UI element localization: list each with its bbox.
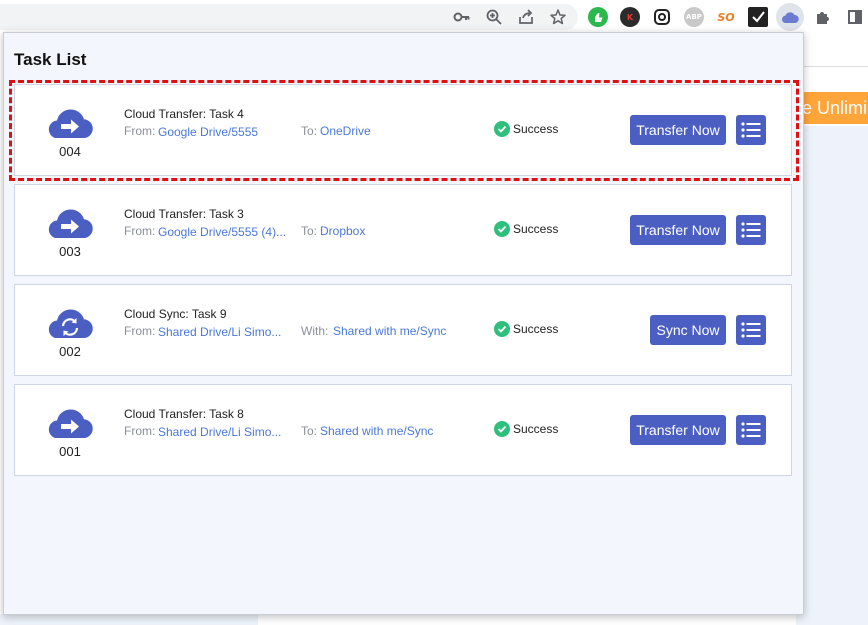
task-number: 002	[59, 344, 81, 359]
task-menu-button[interactable]	[736, 415, 766, 445]
from-value[interactable]: Shared Drive/Li Simo...	[158, 325, 281, 339]
task-name: Cloud Transfer: Task 4	[124, 107, 244, 121]
browser-toolbar: K ABP SO	[0, 0, 868, 34]
star-icon[interactable]	[547, 6, 569, 28]
from-value[interactable]: Shared Drive/Li Simo...	[158, 425, 281, 439]
task-menu-button[interactable]	[736, 215, 766, 245]
checkbox-extension-icon[interactable]	[748, 7, 768, 27]
adblock-extension-icon[interactable]: ABP	[684, 7, 704, 27]
status-text: Success	[513, 122, 559, 136]
link-extension-icon[interactable]	[652, 7, 672, 27]
task-name: Cloud Transfer: Task 8	[124, 407, 244, 421]
multcloud-extension-icon[interactable]	[780, 7, 800, 27]
with-label: With:	[301, 324, 329, 338]
status-badge: Success	[494, 221, 558, 237]
from-label: From:	[124, 224, 156, 238]
background-content	[270, 614, 796, 625]
from-value[interactable]: Google Drive/5555 (4)...	[158, 225, 286, 239]
list-icon	[741, 322, 761, 338]
task-card: 003 Cloud Transfer: Task 3 From: Google …	[14, 184, 792, 276]
success-check-icon	[494, 421, 510, 437]
cloud-transfer-icon	[48, 209, 93, 238]
background-panel-left	[0, 614, 258, 625]
to-label: To:	[301, 424, 318, 438]
to-label: To:	[301, 224, 318, 238]
list-icon	[741, 122, 761, 138]
task-number: 004	[59, 144, 81, 159]
from-value[interactable]: Google Drive/5555	[158, 125, 258, 139]
k-extension-icon[interactable]: K	[620, 7, 640, 27]
to-value[interactable]: Dropbox	[320, 224, 365, 238]
status-badge: Success	[494, 121, 558, 137]
zoom-icon[interactable]	[483, 6, 505, 28]
success-check-icon	[494, 221, 510, 237]
transfer-now-button[interactable]: Transfer Now	[630, 415, 726, 445]
task-menu-button[interactable]	[736, 115, 766, 145]
success-check-icon	[494, 121, 510, 137]
task-card: 004 Cloud Transfer: Task 4 From: Google …	[14, 84, 792, 176]
cloud-transfer-icon	[48, 109, 93, 138]
status-text: Success	[513, 422, 559, 436]
task-number: 003	[59, 244, 81, 259]
to-value[interactable]: Shared with me/Sync	[320, 424, 433, 438]
status-text: Success	[513, 222, 559, 236]
task-card: 001 Cloud Transfer: Task 8 From: Shared …	[14, 384, 792, 476]
popup-title: Task List	[14, 50, 87, 69]
from-label: From:	[124, 124, 156, 138]
from-label: From:	[124, 424, 156, 438]
background-banner[interactable]: e Unlimi	[796, 92, 868, 124]
puzzle-extension-icon[interactable]	[812, 6, 834, 28]
background-panel	[796, 126, 868, 625]
cloud-transfer-icon	[48, 409, 93, 438]
green-thumb-extension-icon[interactable]	[588, 7, 608, 27]
transfer-now-button[interactable]: Transfer Now	[630, 115, 726, 145]
status-text: Success	[513, 322, 559, 336]
to-label: To:	[301, 124, 318, 138]
task-number: 001	[59, 444, 81, 459]
status-badge: Success	[494, 321, 558, 337]
from-label: From:	[124, 324, 156, 338]
to-value[interactable]: OneDrive	[320, 124, 371, 138]
status-badge: Success	[494, 421, 558, 437]
transfer-now-button[interactable]: Transfer Now	[630, 215, 726, 245]
sync-now-button[interactable]: Sync Now	[650, 315, 726, 345]
background-divider	[800, 66, 868, 67]
list-icon	[741, 222, 761, 238]
success-check-icon	[494, 321, 510, 337]
key-icon[interactable]	[451, 6, 473, 28]
cloud-sync-icon	[48, 309, 93, 338]
list-icon	[741, 422, 761, 438]
share-icon[interactable]	[515, 6, 537, 28]
with-value[interactable]: Shared with me/Sync	[333, 324, 446, 338]
task-name: Cloud Transfer: Task 3	[124, 207, 244, 221]
task-name: Cloud Sync: Task 9	[124, 307, 227, 321]
task-card: 002 Cloud Sync: Task 9 From: Shared Driv…	[14, 284, 792, 376]
task-list-popup: Task List 004 Cloud Transfer: Task 4 Fro…	[3, 32, 804, 615]
so-extension-icon[interactable]: SO	[716, 7, 736, 27]
task-menu-button[interactable]	[736, 315, 766, 345]
sidebar-extension-icon[interactable]	[844, 6, 866, 28]
